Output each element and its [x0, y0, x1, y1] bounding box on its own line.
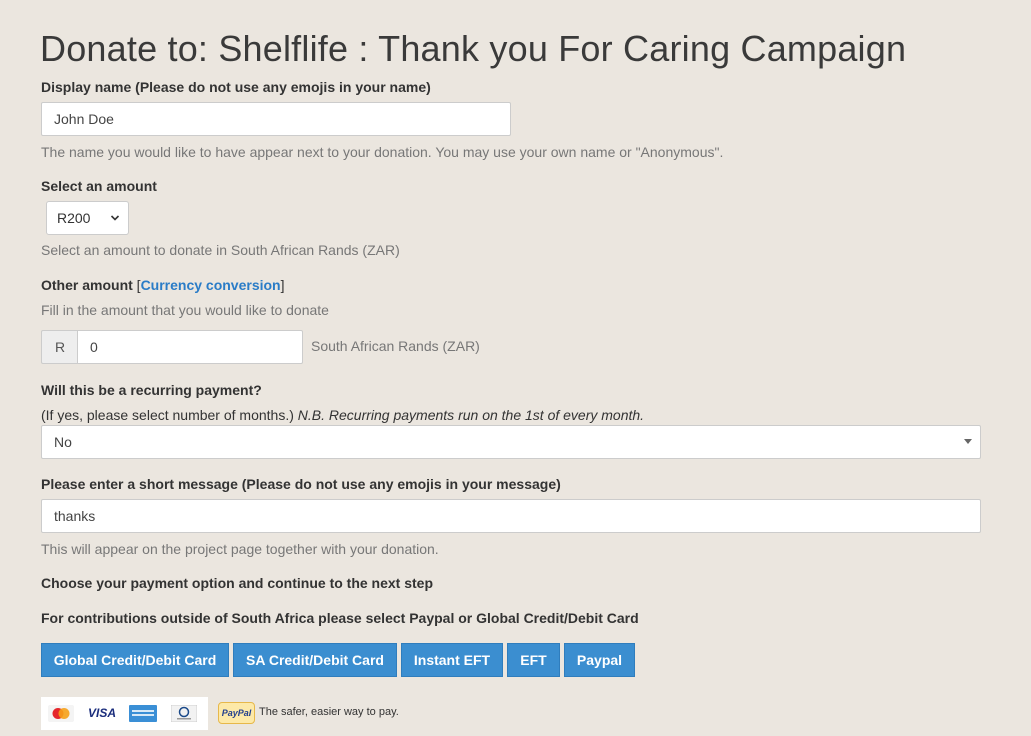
visa-icon: VISA — [88, 706, 117, 720]
recurring-note: N.B. Recurring payments run on the 1st o… — [297, 407, 645, 423]
other-amount-label-row: Other amount [Currency conversion] — [41, 277, 285, 293]
paypal-button[interactable]: Paypal — [564, 643, 635, 677]
payment-note: For contributions outside of South Afric… — [41, 610, 639, 626]
card-logos: VISA — [41, 697, 208, 730]
amount-label: Select an amount — [41, 178, 157, 194]
other-amount-label: Other amount — [41, 277, 133, 293]
diners-club-icon — [171, 705, 197, 722]
instant-eft-button[interactable]: Instant EFT — [401, 643, 503, 677]
display-name-label: Display name (Please do not use any emoj… — [41, 79, 431, 95]
amount-help: Select an amount to donate in South Afri… — [41, 242, 400, 258]
payment-heading: Choose your payment option and continue … — [41, 575, 434, 591]
page-title: Donate to: Shelflife : Thank you For Car… — [40, 28, 907, 69]
recurring-select[interactable]: No — [41, 425, 981, 459]
other-amount-input[interactable]: 0 — [77, 330, 303, 364]
paypal-tagline: The safer, easier way to pay. — [259, 706, 399, 718]
amount-select[interactable]: R200 — [46, 201, 129, 235]
currency-prefix: R — [41, 330, 78, 364]
bracket-close: ] — [280, 277, 285, 293]
message-input[interactable]: thanks — [41, 499, 981, 533]
amount-select-value: R200 — [57, 210, 91, 226]
display-name-help: The name you would like to have appear n… — [41, 144, 724, 160]
caret-down-icon — [964, 439, 972, 444]
global-card-button[interactable]: Global Credit/Debit Card — [41, 643, 229, 677]
mastercard-icon — [48, 705, 74, 722]
recurring-select-value: No — [54, 434, 72, 450]
chevron-down-icon — [110, 215, 120, 221]
sa-card-button[interactable]: SA Credit/Debit Card — [233, 643, 397, 677]
message-help: This will appear on the project page tog… — [41, 541, 439, 557]
currency-conversion-link[interactable]: Currency conversion — [141, 277, 281, 293]
amex-icon — [129, 705, 157, 722]
display-name-input[interactable]: John Doe — [41, 102, 511, 136]
recurring-help: (If yes, please select number of months.… — [41, 407, 644, 423]
message-label: Please enter a short message (Please do … — [41, 476, 561, 492]
eft-button[interactable]: EFT — [507, 643, 560, 677]
recurring-label: Will this be a recurring payment? — [41, 382, 262, 398]
recurring-help-text: (If yes, please select number of months.… — [41, 407, 294, 423]
paypal-logo: PayPal — [218, 702, 255, 724]
other-amount-help: Fill in the amount that you would like t… — [41, 302, 329, 318]
currency-suffix: South African Rands (ZAR) — [311, 338, 480, 354]
